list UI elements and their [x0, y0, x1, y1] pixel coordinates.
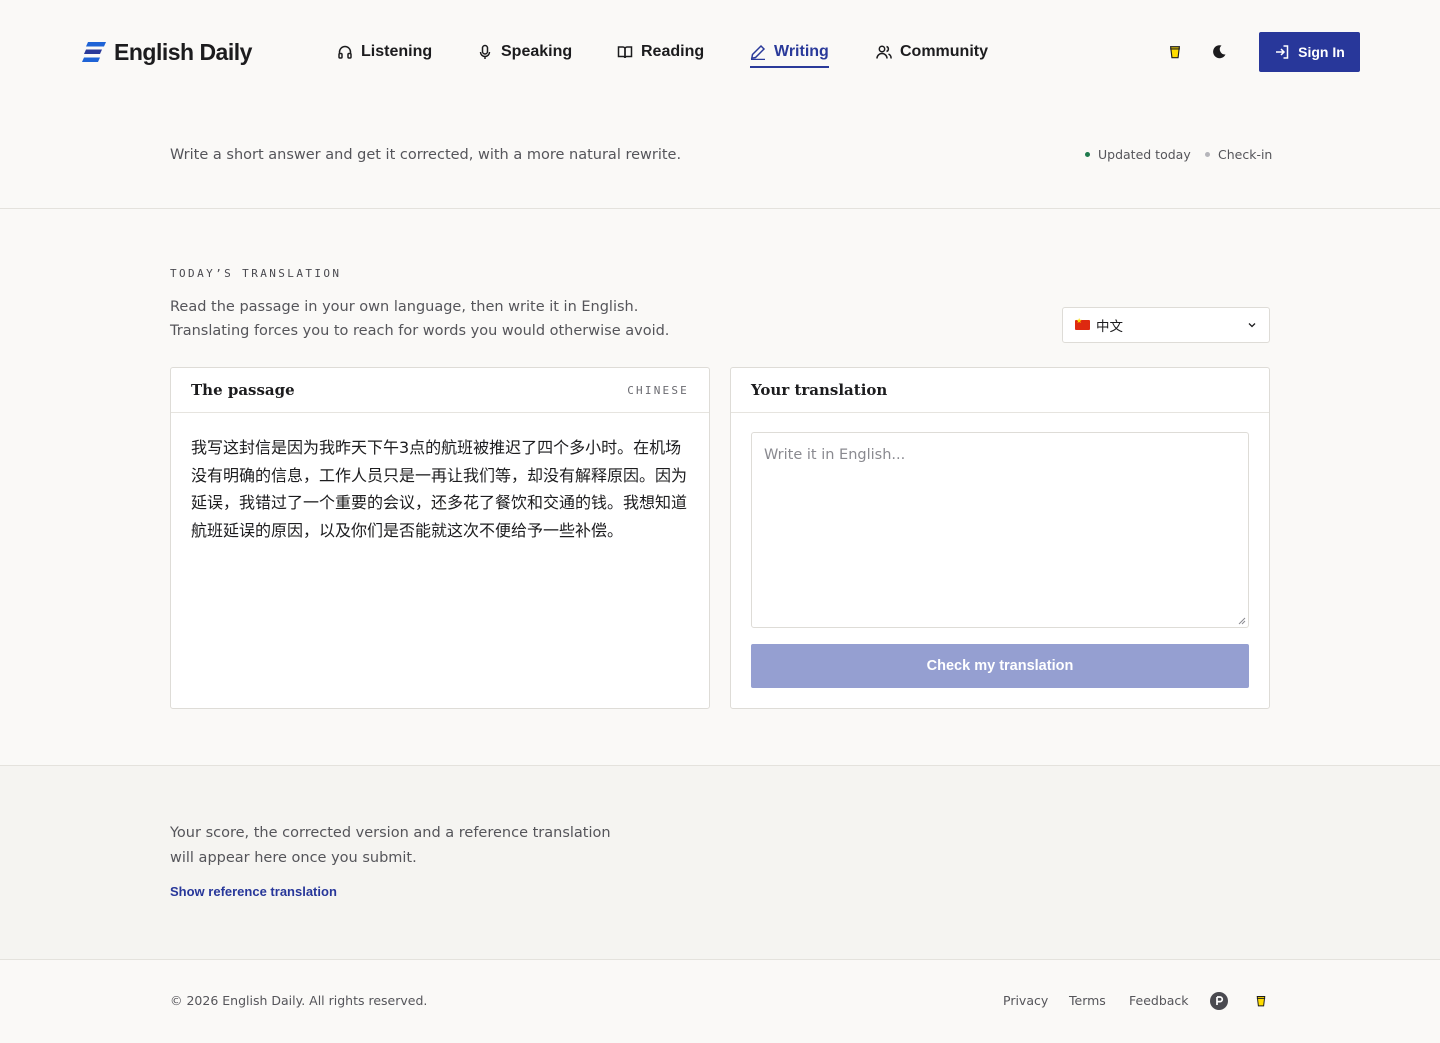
- passage-title: The passage: [191, 381, 295, 399]
- sign-in-button[interactable]: Sign In: [1259, 32, 1360, 72]
- brand-name: English Daily: [114, 38, 252, 65]
- description-line: Translating forces you to reach for word…: [170, 323, 670, 339]
- resize-handle-icon[interactable]: [1238, 617, 1246, 625]
- translation-card: Your translation Write it in English... …: [730, 367, 1270, 709]
- sign-in-icon: [1276, 45, 1289, 59]
- buy-me-coffee-button[interactable]: [1163, 40, 1187, 64]
- translation-placeholder: Write it in English...: [764, 447, 906, 463]
- nav-label: Community: [900, 43, 988, 60]
- footer-feedback-link[interactable]: Feedback: [1129, 993, 1189, 1008]
- result-placeholder-text: Your score, the corrected version and a …: [170, 825, 611, 866]
- brand-logo[interactable]: English Daily: [82, 36, 252, 68]
- passage-card: The passage CHINESE 我写这封信是因为我昨天下午3点的航班被推…: [170, 367, 710, 709]
- nav-label: Speaking: [501, 43, 573, 60]
- pencil-icon: [750, 44, 766, 60]
- language-select[interactable]: 中文: [1062, 307, 1270, 343]
- china-flag-icon: [1075, 317, 1090, 330]
- nav-label: Reading: [641, 43, 705, 60]
- status-checkin[interactable]: Check-in: [1205, 147, 1272, 162]
- section-description: Read the passage in your own language, t…: [170, 295, 669, 343]
- description-line: Read the passage in your own language, t…: [170, 299, 639, 315]
- users-icon: [876, 45, 892, 59]
- passage-text: 我写这封信是因为我昨天下午3点的航班被推迟了四个多小时。在机场没有明确的信息，工…: [191, 438, 688, 540]
- book-icon: [617, 46, 633, 59]
- product-hunt-icon: [1210, 992, 1228, 1010]
- nav-label: Writing: [774, 43, 829, 60]
- brand-mark-icon: [82, 42, 106, 62]
- language-value: 中文: [1096, 319, 1123, 335]
- translation-input[interactable]: Write it in English...: [751, 432, 1249, 628]
- intro-band: Write a short answer and get it correcte…: [0, 104, 1440, 209]
- status-dot-gray: [1205, 152, 1210, 157]
- footer-privacy-link[interactable]: Privacy: [1003, 993, 1048, 1008]
- nav-label: Listening: [361, 43, 433, 60]
- status-dot-green: [1085, 152, 1090, 157]
- passage-language-tag: CHINESE: [627, 383, 689, 397]
- check-translation-button[interactable]: Check my translation: [751, 644, 1249, 688]
- microphone-icon: [479, 44, 491, 59]
- site-header: English Daily Listening Speaking Reading…: [0, 0, 1440, 104]
- status-updated-label: Updated today: [1098, 147, 1191, 162]
- product-hunt-button[interactable]: [1210, 992, 1228, 1010]
- footer-coffee-button[interactable]: [1252, 992, 1270, 1010]
- theme-toggle-button[interactable]: [1207, 40, 1231, 64]
- nav-reading[interactable]: Reading: [617, 38, 704, 66]
- translation-card-header: Your translation: [731, 368, 1269, 413]
- coffee-cup-icon: [1256, 996, 1266, 1007]
- section-eyebrow: TODAY’S TRANSLATION: [170, 267, 342, 280]
- status-updated: Updated today: [1085, 147, 1191, 162]
- nav-community[interactable]: Community: [876, 38, 988, 66]
- passage-card-header: The passage CHINESE: [171, 368, 709, 413]
- nav-listening[interactable]: Listening: [337, 38, 432, 66]
- translation-title: Your translation: [751, 381, 888, 399]
- coffee-cup-icon: [1169, 46, 1181, 59]
- footer-terms-link[interactable]: Terms: [1069, 993, 1106, 1008]
- show-reference-link[interactable]: Show reference translation: [170, 884, 337, 899]
- site-footer: © 2026 English Daily. All rights reserve…: [0, 960, 1440, 1043]
- copyright: © 2026 English Daily. All rights reserve…: [170, 993, 428, 1008]
- headphones-icon: [338, 45, 352, 59]
- result-band: Your score, the corrected version and a …: [0, 766, 1440, 960]
- intro-text: Write a short answer and get it correcte…: [170, 147, 682, 163]
- moon-icon: [1213, 45, 1226, 59]
- nav-speaking[interactable]: Speaking: [477, 38, 572, 66]
- nav-writing[interactable]: Writing: [750, 38, 829, 68]
- status-checkin-label: Check-in: [1218, 147, 1273, 162]
- translation-section: TODAY’S TRANSLATION Read the passage in …: [0, 209, 1440, 766]
- sign-in-label: Sign In: [1298, 44, 1345, 60]
- chevron-down-icon: [1248, 323, 1256, 328]
